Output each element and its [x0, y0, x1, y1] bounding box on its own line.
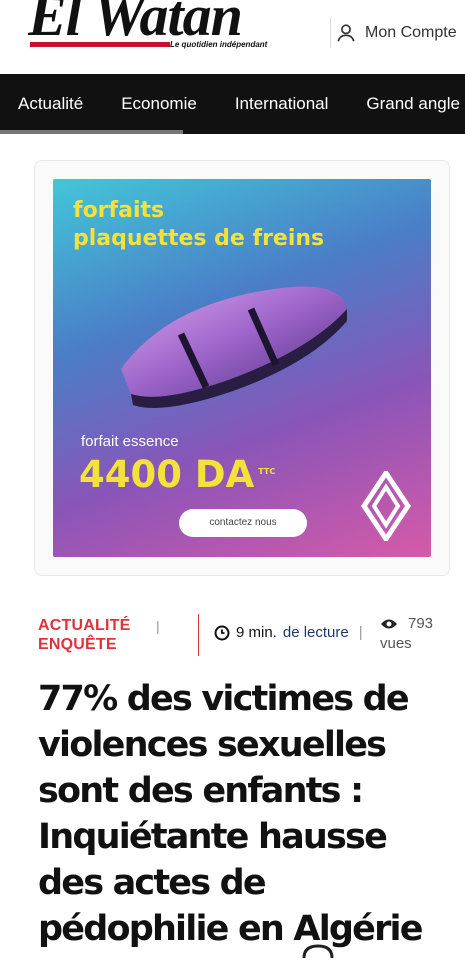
ad-headline-line1: forfaits	[73, 198, 165, 223]
brake-pad-image	[121, 286, 347, 408]
nav-item-actualite[interactable]: Actualité	[0, 74, 102, 134]
logo-accent-bar	[30, 42, 170, 47]
article-title: 77% des victimes de violences sexuelles …	[38, 679, 423, 949]
site-header: El Watan Le quotidien indépendant Mon Co…	[0, 0, 465, 72]
account-button[interactable]: Mon Compte	[330, 18, 457, 48]
ad-price-value: 4400 DA	[79, 453, 255, 496]
share-icon	[302, 944, 334, 959]
category-separator: |	[156, 618, 160, 634]
renault-logo-icon	[361, 471, 411, 541]
views-count: 793	[408, 615, 434, 632]
nav-item-grand-angle[interactable]: Grand angle	[347, 74, 465, 134]
views-label: vues	[380, 635, 412, 652]
main-nav: Actualité Economie International Grand a…	[0, 74, 465, 134]
read-time: 9 min. de lecture |	[214, 624, 363, 641]
site-logo[interactable]: El Watan Le quotidien indépendant	[28, 0, 303, 56]
category-line2: ENQUÊTE	[38, 636, 117, 653]
meta-divider	[198, 614, 199, 656]
nav-item-economie[interactable]: Economie	[102, 74, 216, 134]
nav-scroll-indicator[interactable]	[0, 130, 183, 134]
article-meta: ACTUALITÉ ENQUÊTE | 9 min. de lecture | …	[38, 614, 448, 660]
view-count: 793 vues	[380, 614, 433, 654]
share-peek[interactable]	[300, 944, 336, 960]
category-line1: ACTUALITÉ	[38, 617, 131, 634]
read-time-label: de lecture	[282, 624, 349, 641]
ad-headline-line2: plaquettes de freins	[73, 226, 325, 251]
read-separator: |	[358, 624, 363, 641]
ad-container: forfaits plaquettes de freins forfait es…	[34, 160, 450, 576]
ad-banner[interactable]: forfaits plaquettes de freins forfait es…	[53, 179, 431, 557]
ad-headline: forfaits plaquettes de freins	[73, 197, 324, 253]
user-icon	[337, 24, 355, 42]
eye-icon	[381, 619, 397, 629]
account-label: Mon Compte	[365, 24, 457, 41]
ad-price: 4400 DA TTC	[79, 453, 275, 496]
ad-subline: forfait essence	[81, 433, 179, 450]
logo-tagline: Le quotidien indépendant	[170, 40, 268, 49]
article-category[interactable]: ACTUALITÉ ENQUÊTE	[38, 616, 130, 654]
ad-contact-button[interactable]: contactez nous	[179, 509, 307, 537]
read-time-value: 9 min.	[236, 624, 277, 641]
nav-item-international[interactable]: International	[216, 74, 348, 134]
ad-price-suffix: TTC	[258, 466, 276, 476]
clock-icon	[214, 625, 230, 640]
